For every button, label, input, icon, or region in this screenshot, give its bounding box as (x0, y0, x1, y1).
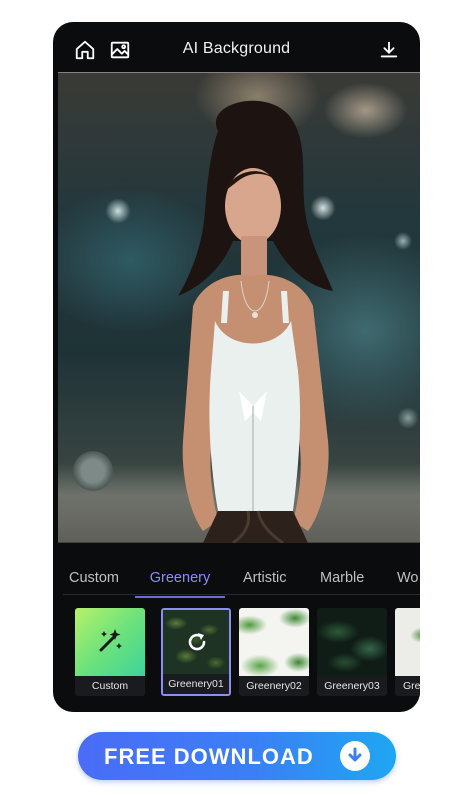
greenery04-thumb-image (395, 608, 420, 676)
greenery01-thumb-image (163, 610, 229, 676)
home-icon[interactable] (73, 38, 97, 62)
download-arrow-icon (340, 741, 370, 771)
thumb-label: Custom (75, 676, 145, 696)
greenery02-thumb-image (239, 608, 309, 676)
preview-photo (58, 72, 420, 543)
refresh-icon (188, 633, 206, 651)
magic-wand-icon (99, 629, 122, 652)
bokeh-light (73, 451, 113, 491)
thumb-label: Greenery01 (163, 674, 229, 694)
greenery03-thumb-image (317, 608, 387, 676)
thumb-custom[interactable]: Custom (75, 608, 145, 696)
thumb-greenery04[interactable]: Gre (395, 608, 420, 696)
background-thumbnails: Custom Greenery01 Greenery02 Greenery03 … (53, 608, 420, 698)
free-download-button[interactable]: FREE DOWNLOAD (78, 732, 396, 780)
download-button-label: FREE DOWNLOAD (104, 744, 314, 769)
thumb-greenery03[interactable]: Greenery03 (317, 608, 387, 696)
phone-frame: AI Background Custom Greenery Artistic M… (53, 22, 420, 712)
thumb-greenery01[interactable]: Greenery01 (161, 608, 231, 696)
download-icon[interactable] (377, 38, 401, 62)
top-bar: AI Background (53, 22, 420, 78)
person-figure (178, 100, 333, 543)
thumb-label: Greenery03 (317, 676, 387, 696)
thumb-label: Gre (395, 676, 420, 696)
page-title: AI Background (182, 40, 291, 57)
thumb-greenery02[interactable]: Greenery02 (239, 608, 309, 696)
tab-divider (63, 594, 420, 595)
custom-thumb-image (75, 608, 145, 676)
gallery-icon[interactable] (108, 38, 132, 62)
thumb-label: Greenery02 (239, 676, 309, 696)
